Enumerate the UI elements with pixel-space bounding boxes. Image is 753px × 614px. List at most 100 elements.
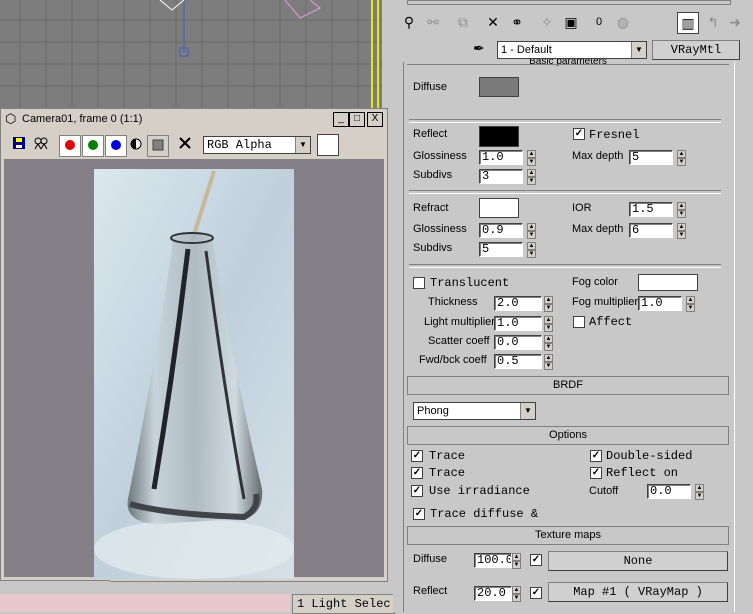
trace-refractions-label: Trace <box>429 466 466 480</box>
clear-icon[interactable] <box>175 135 195 155</box>
use-irradiance-checkbox[interactable]: ✓ <box>411 485 423 497</box>
refract-maxdepth-input[interactable]: 6 <box>629 223 673 238</box>
trace-diffuse-checkbox[interactable]: ✓ <box>413 508 425 520</box>
brdf-rollout-header[interactable]: BRDF <box>407 376 729 395</box>
divider <box>409 119 721 123</box>
spinner-arrows[interactable]: ▲ ▼ <box>527 150 536 166</box>
tm-reflect-checkbox[interactable]: ✓ <box>530 587 542 599</box>
spinner-arrows[interactable]: ▲ ▼ <box>686 296 695 312</box>
save-icon[interactable] <box>9 135 29 155</box>
spinner-arrows[interactable]: ▲ ▼ <box>544 296 553 312</box>
fog-color-swatch[interactable] <box>638 274 698 291</box>
tm-reflect-label: Reflect <box>413 585 448 597</box>
double-sided-checkbox[interactable]: ✓ <box>590 450 602 462</box>
fog-multiplier-input[interactable]: 1.0 <box>638 296 682 311</box>
translucent-checkbox[interactable] <box>413 277 425 289</box>
ior-input[interactable]: 1.5 <box>629 202 673 217</box>
fwd-bck-coeff-input[interactable]: 0.5 <box>494 354 542 369</box>
show-map-icon[interactable]: ◍ <box>613 12 633 32</box>
viewport-grid <box>0 0 392 110</box>
green-channel-icon[interactable] <box>82 135 104 157</box>
put-to-scene-icon[interactable]: ⚯ <box>423 12 443 32</box>
frame-buffer-window[interactable]: ⬡ Camera01, frame 0 (1:1) _ □ X RGB Alph… <box>0 108 388 582</box>
blue-channel-icon[interactable] <box>105 135 127 157</box>
viewport-perspective[interactable] <box>0 0 392 110</box>
reflect-color-swatch[interactable] <box>479 126 519 147</box>
affect-checkbox[interactable] <box>573 316 585 328</box>
spinner-arrows[interactable]: ▲ ▼ <box>695 484 704 500</box>
light-multiplier-input[interactable]: 1.0 <box>494 316 542 331</box>
affect-label: Affect <box>589 315 633 329</box>
tm-diffuse-label: Diffuse <box>413 553 448 565</box>
render-canvas[interactable] <box>4 159 384 579</box>
show-end-result-icon[interactable]: ▥ <box>677 12 699 34</box>
track-bar[interactable] <box>0 594 290 612</box>
assign-material-icon[interactable]: ⧉ <box>453 12 473 32</box>
tm-diffuse-amount-input[interactable]: 100.0 <box>474 553 512 568</box>
fog-multiplier-label: Fog multiplier <box>572 296 639 308</box>
selection-status: 1 Light Selec <box>292 594 395 614</box>
tm-reflect-map-button[interactable]: Map #1 ( VRayMap ) <box>548 582 728 602</box>
go-forward-icon[interactable]: ➜ <box>725 12 745 32</box>
spinner-arrows[interactable]: ▲ ▼ <box>512 586 521 602</box>
refract-glossiness-label: Glossiness <box>413 223 467 235</box>
reflect-maxdepth-input[interactable]: 5 <box>629 150 673 165</box>
eyedropper-icon[interactable]: ✒ <box>473 40 485 57</box>
reflect-on-back-checkbox[interactable]: ✓ <box>590 467 602 479</box>
cutoff-input[interactable]: 0.0 <box>647 484 691 499</box>
refract-glossiness-input[interactable]: 0.9 <box>479 223 523 238</box>
trace-refractions-checkbox[interactable]: ✓ <box>411 467 423 479</box>
options-rollout-header[interactable]: Options <box>407 426 729 445</box>
color-swatch[interactable] <box>317 134 339 156</box>
spinner-arrows[interactable]: ▲ ▼ <box>512 553 521 569</box>
red-channel-icon[interactable] <box>59 135 81 157</box>
frame-buffer-titlebar[interactable]: ⬡ Camera01, frame 0 (1:1) _ □ X <box>1 109 387 129</box>
scrollbar-top[interactable] <box>407 0 731 5</box>
chevron-down-icon: ▼ <box>631 42 646 58</box>
brdf-type-dropdown[interactable]: Phong ▼ <box>413 402 536 420</box>
mono-icon[interactable] <box>126 135 146 155</box>
reflect-glossiness-label: Glossiness <box>413 150 467 162</box>
texture-maps-rollout-header[interactable]: Texture maps <box>407 526 729 545</box>
reflect-glossiness-input[interactable]: 1.0 <box>479 150 523 165</box>
make-unique-icon[interactable]: ⚭ <box>507 12 527 32</box>
thickness-input[interactable]: 2.0 <box>494 296 542 311</box>
material-name-dropdown[interactable]: 1 - Default ▼ <box>497 41 647 59</box>
refract-subdivs-input[interactable]: 5 <box>479 242 523 257</box>
spinner-arrows[interactable]: ▲ ▼ <box>527 169 536 185</box>
fresnel-checkbox[interactable]: ✓ <box>573 128 585 140</box>
get-material-icon[interactable]: ⚲ <box>399 12 419 32</box>
spinner-arrows[interactable]: ▲ ▼ <box>677 150 686 166</box>
spinner-arrows[interactable]: ▲ ▼ <box>527 223 536 239</box>
thickness-label: Thickness <box>428 296 478 308</box>
maximize-button[interactable]: □ <box>349 112 365 127</box>
refract-color-swatch[interactable] <box>479 198 519 218</box>
channel-dropdown[interactable]: RGB Alpha ▼ <box>203 136 311 154</box>
material-type-button[interactable]: VRayMtl <box>652 40 740 60</box>
tm-reflect-amount-input[interactable]: 20.0 <box>474 586 512 601</box>
tm-diffuse-map-button[interactable]: None <box>548 551 728 571</box>
tm-diffuse-checkbox[interactable]: ✓ <box>530 554 542 566</box>
trace-reflections-checkbox[interactable]: ✓ <box>411 450 423 462</box>
spinner-arrows[interactable]: ▲ ▼ <box>677 202 686 218</box>
close-button[interactable]: X <box>367 112 383 127</box>
reset-map-icon[interactable]: ✕ <box>483 12 503 32</box>
scatter-coeff-input[interactable]: 0.0 <box>494 335 542 350</box>
spinner-arrows[interactable]: ▲ ▼ <box>544 316 553 332</box>
go-to-parent-icon[interactable]: ↰ <box>703 12 723 32</box>
window-title: Camera01, frame 0 (1:1) <box>22 113 143 125</box>
spinner-arrows[interactable]: ▲ ▼ <box>677 223 686 239</box>
spinner-arrows[interactable]: ▲ ▼ <box>544 335 553 351</box>
minimize-button[interactable]: _ <box>333 112 349 127</box>
diffuse-color-swatch[interactable] <box>479 77 519 97</box>
reflect-subdivs-input[interactable]: 3 <box>479 169 523 184</box>
spinner-arrows[interactable]: ▲ ▼ <box>544 354 553 370</box>
frame-buffer-toolbar: RGB Alpha ▼ <box>1 131 387 159</box>
scrollbar[interactable] <box>0 580 110 589</box>
effect-channel-icon[interactable]: 0 <box>589 12 609 32</box>
clone-icon[interactable] <box>31 135 51 155</box>
put-to-library-icon[interactable]: ✧ <box>537 12 557 32</box>
alpha-icon[interactable] <box>147 135 169 157</box>
material-id-icon[interactable]: ▣ <box>561 12 581 32</box>
spinner-arrows[interactable]: ▲ ▼ <box>527 242 536 258</box>
